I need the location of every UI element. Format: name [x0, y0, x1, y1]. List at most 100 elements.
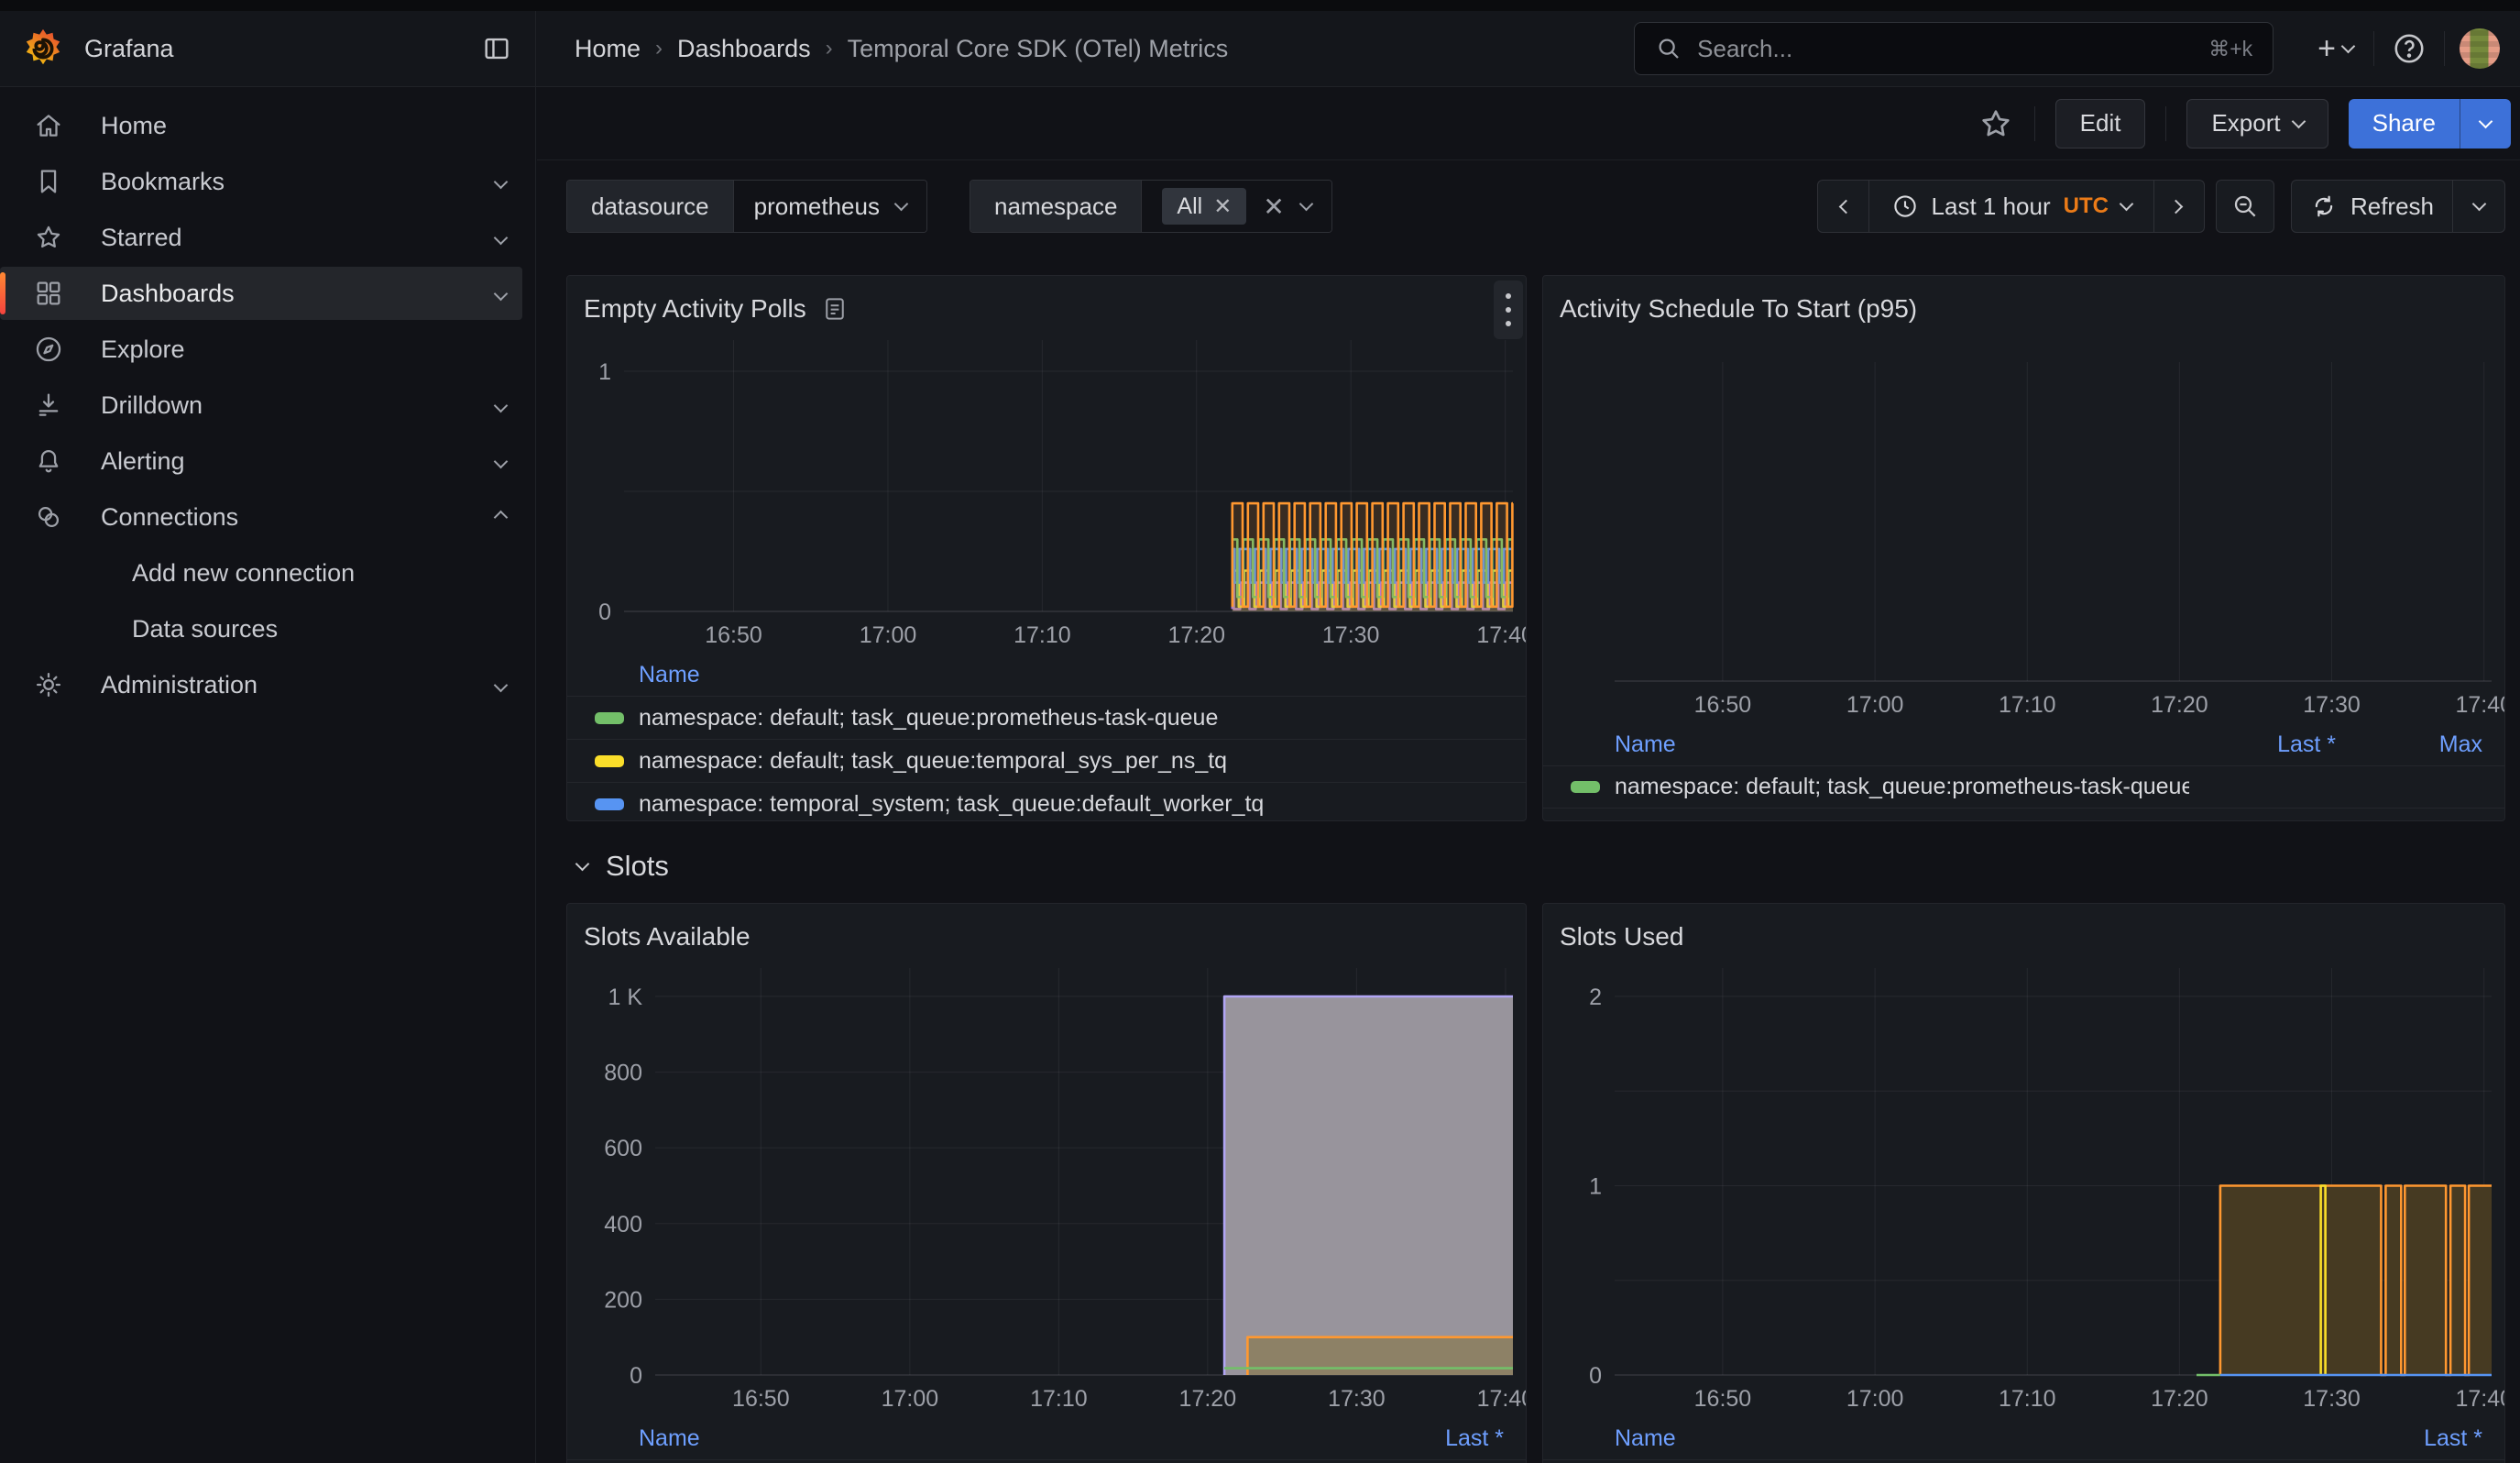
panel-activity-schedule-to-start: Activity Schedule To Start (p95) 16:5017… [1542, 275, 2505, 821]
chevron-down-icon [494, 286, 509, 301]
panel-title[interactable]: Slots Available [584, 922, 751, 952]
series-color-swatch[interactable] [595, 712, 624, 724]
series-color-swatch[interactable] [595, 755, 624, 767]
time-range-picker[interactable]: Last 1 hour UTC [1869, 181, 2154, 232]
user-avatar[interactable] [2460, 28, 2500, 69]
svg-text:17:40: 17:40 [2455, 692, 2504, 718]
sidebar-item-administration[interactable]: Administration [0, 658, 522, 711]
window-chrome-strip [0, 0, 2520, 11]
series-name[interactable]: namespace: default; task_queue:prometheu… [639, 705, 1504, 732]
chevron-down-icon [2479, 114, 2493, 128]
gear-icon [33, 669, 64, 700]
clear-filter-icon[interactable]: ✕ [1263, 192, 1284, 222]
panel-title[interactable]: Activity Schedule To Start (p95) [1560, 294, 1917, 324]
sidebar-item-add-new-connection[interactable]: Add new connection [0, 546, 522, 600]
svg-text:800: 800 [604, 1061, 642, 1086]
help-button[interactable] [2389, 28, 2429, 69]
namespace-value-chip[interactable]: All ✕ [1162, 188, 1246, 225]
series-color-swatch[interactable] [1571, 781, 1600, 793]
timeseries-chart[interactable]: 16:5017:0017:1017:2017:3017:40012 [1543, 957, 2504, 1417]
svg-text:1 K: 1 K [608, 984, 642, 1010]
row-header-slots[interactable]: Slots [577, 840, 669, 893]
svg-text:17:00: 17:00 [882, 1386, 939, 1412]
chevron-down-icon [1299, 196, 1314, 211]
time-shift-forward-button[interactable] [2154, 181, 2204, 232]
svg-text:0: 0 [1589, 1363, 1602, 1389]
mega-menu-toggle-icon[interactable] [477, 28, 517, 69]
panel-title[interactable]: Empty Activity Polls [584, 294, 806, 324]
sidebar-nav: HomeBookmarksStarredDashboardsExploreDri… [0, 87, 536, 1463]
home-icon [33, 110, 64, 141]
series-color-swatch[interactable] [595, 798, 624, 810]
svg-text:1: 1 [598, 359, 611, 385]
timeseries-chart[interactable]: 16:5017:0017:1017:2017:3017:4001 [567, 329, 1526, 654]
sidebar-item-label: Alerting [101, 447, 496, 476]
edit-button[interactable]: Edit [2055, 99, 2146, 148]
sidebar-item-data-sources[interactable]: Data sources [0, 602, 522, 655]
refresh-button[interactable]: Refresh [2292, 181, 2453, 232]
share-button-group: Share [2349, 99, 2511, 148]
legend-row: namespace: default; task_queue:prometheu… [567, 696, 1526, 739]
svg-text:17:20: 17:20 [1179, 1386, 1237, 1412]
share-button[interactable]: Share [2349, 99, 2460, 148]
grafana-logo-icon[interactable] [22, 28, 64, 70]
svg-text:17:10: 17:10 [1999, 692, 2056, 718]
legend-sort-last-[interactable]: Last * [1357, 1425, 1504, 1452]
datasource-select[interactable]: prometheus [734, 181, 926, 232]
timeseries-chart[interactable]: 16:5017:0017:1017:2017:3017:40 [1543, 329, 2504, 723]
legend-sort-name[interactable]: Name [639, 662, 1504, 688]
breadcrumb-item-dashboards[interactable]: Dashboards [677, 35, 811, 63]
remove-value-icon[interactable]: ✕ [1213, 193, 1232, 220]
svg-text:17:10: 17:10 [1013, 622, 1071, 648]
share-menu-button[interactable] [2460, 99, 2511, 148]
breadcrumb-item-home[interactable]: Home [575, 35, 641, 63]
legend-sort-name[interactable]: Name [1615, 732, 2189, 758]
legend-row: namespace: temporal_system; task_queue:d… [567, 782, 1526, 821]
refresh-icon [2310, 192, 2338, 220]
sidebar-item-explore[interactable]: Explore [0, 323, 522, 376]
star-dashboard-button[interactable] [1978, 105, 2014, 142]
compass-icon [33, 334, 64, 365]
legend-sort-name[interactable]: Name [639, 1425, 1357, 1452]
sidebar-item-bookmarks[interactable]: Bookmarks [0, 155, 522, 208]
sidebar-item-connections[interactable]: Connections [0, 490, 522, 544]
timeseries-chart[interactable]: 16:5017:0017:1017:2017:3017:400200400600… [567, 957, 1526, 1417]
legend-sort-name[interactable]: Name [1615, 1425, 2336, 1452]
chevron-down-icon [894, 196, 909, 211]
search-shortcut: ⌘+k [2208, 37, 2252, 61]
namespace-select[interactable]: All ✕ ✕ [1142, 181, 1331, 232]
panel-description-icon[interactable] [821, 295, 849, 323]
sidebar-item-label: Add new connection [132, 559, 522, 588]
export-button[interactable]: Export [2186, 99, 2328, 148]
sidebar-item-alerting[interactable]: Alerting [0, 434, 522, 488]
svg-text:17:20: 17:20 [2151, 1386, 2208, 1412]
zoom-out-button[interactable] [2216, 180, 2274, 233]
sidebar-item-dashboards[interactable]: Dashboards [0, 267, 522, 320]
svg-text:200: 200 [604, 1287, 642, 1313]
time-shift-back-button[interactable] [1818, 181, 1869, 232]
legend-row: namespace: default; task_queue:prometheu… [567, 1459, 1526, 1463]
svg-text:17:30: 17:30 [1322, 622, 1380, 648]
panel-title[interactable]: Slots Used [1560, 922, 1683, 952]
series-name[interactable]: namespace: temporal_system; task_queue:d… [639, 791, 1504, 818]
sidebar-item-starred[interactable]: Starred [0, 211, 522, 264]
brand-name: Grafana [84, 35, 477, 63]
legend-header: Name [567, 654, 1526, 696]
sidebar-item-home[interactable]: Home [0, 99, 522, 152]
sidebar-item-drilldown[interactable]: Drilldown [0, 379, 522, 432]
refresh-interval-button[interactable] [2453, 181, 2504, 232]
svg-text:17:20: 17:20 [1167, 622, 1225, 648]
legend-sort-max[interactable]: Max [2336, 732, 2482, 758]
zoom-out-icon [2230, 192, 2260, 221]
series-name[interactable]: namespace: default; task_queue:prometheu… [1615, 774, 2189, 800]
sidebar-item-label: Data sources [132, 615, 522, 644]
search-input[interactable]: Search... ⌘+k [1634, 22, 2273, 75]
svg-text:1: 1 [1589, 1173, 1602, 1199]
legend-sort-last-[interactable]: Last * [2336, 1425, 2482, 1452]
series-name[interactable]: namespace: default; task_queue:temporal_… [639, 748, 1504, 775]
chart-legend: NameLast * namespace: default; task_queue… [567, 1417, 1526, 1463]
search-placeholder: Search... [1697, 35, 2208, 63]
new-item-button[interactable]: + [2312, 31, 2359, 67]
legend-sort-last-[interactable]: Last * [2189, 732, 2336, 758]
dashboard-controls: datasource prometheus namespace All ✕ ✕ [537, 161, 2520, 275]
